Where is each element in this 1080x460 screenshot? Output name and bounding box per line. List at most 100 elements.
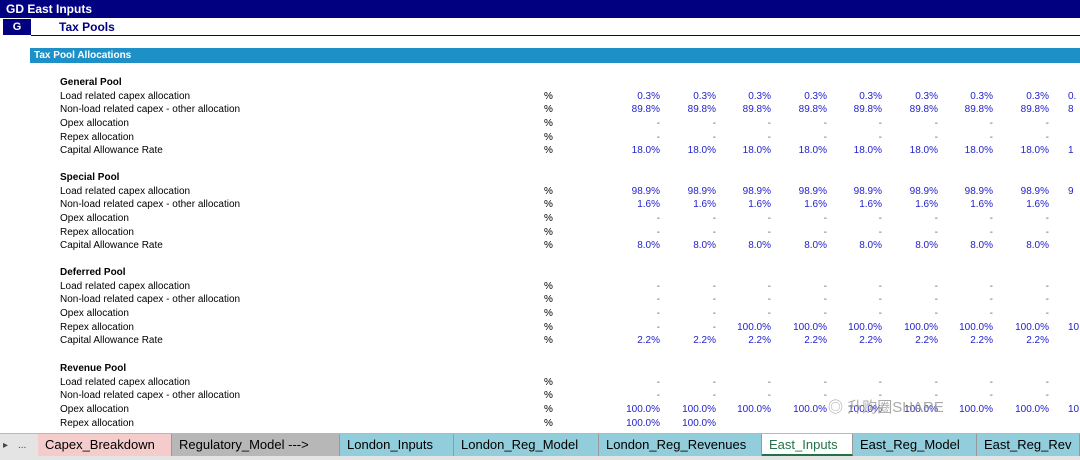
value-cell[interactable]: 100.0% <box>822 321 882 334</box>
sheet-tab[interactable]: East_Reg_Model <box>853 434 977 456</box>
value-cell[interactable]: 98.9% <box>989 185 1049 198</box>
value-cell-partial[interactable]: 1 <box>1068 144 1080 157</box>
value-cell[interactable]: - <box>822 293 882 306</box>
value-cell[interactable]: - <box>989 226 1049 239</box>
sheet-tab[interactable]: East_Reg_Rev <box>977 434 1080 456</box>
value-cell[interactable]: 98.9% <box>711 185 771 198</box>
value-cell[interactable]: - <box>933 376 993 389</box>
value-cell[interactable]: - <box>878 131 938 144</box>
value-cell-partial[interactable]: 0. <box>1068 90 1080 103</box>
value-cell[interactable]: 18.0% <box>878 144 938 157</box>
sheet-tab[interactable]: Capex_Breakdown <box>38 434 172 456</box>
value-cell[interactable]: 1.6% <box>767 198 827 211</box>
value-cell[interactable]: 100.0% <box>767 321 827 334</box>
value-cell[interactable]: - <box>656 280 716 293</box>
value-cell[interactable]: - <box>600 293 660 306</box>
value-cell[interactable]: - <box>656 293 716 306</box>
value-cell[interactable]: 0.3% <box>767 90 827 103</box>
value-cell[interactable]: - <box>711 376 771 389</box>
value-cell[interactable]: 89.8% <box>711 103 771 116</box>
value-cell[interactable]: - <box>822 376 882 389</box>
value-cell[interactable]: - <box>933 307 993 320</box>
value-cell[interactable]: - <box>989 307 1049 320</box>
value-cell[interactable]: - <box>933 293 993 306</box>
value-cell-partial[interactable]: 10 <box>1068 321 1080 334</box>
value-cell[interactable]: - <box>711 389 771 402</box>
value-cell[interactable]: 1.6% <box>822 198 882 211</box>
value-cell[interactable]: - <box>878 117 938 130</box>
value-cell[interactable]: - <box>878 280 938 293</box>
value-cell[interactable]: 8.0% <box>989 239 1049 252</box>
value-cell[interactable]: - <box>933 131 993 144</box>
value-cell[interactable]: - <box>711 307 771 320</box>
value-cell[interactable]: 89.8% <box>656 103 716 116</box>
value-cell[interactable]: - <box>878 307 938 320</box>
value-cell[interactable]: - <box>822 117 882 130</box>
value-cell[interactable]: 2.2% <box>600 334 660 347</box>
value-cell[interactable]: - <box>656 131 716 144</box>
value-cell[interactable]: - <box>711 131 771 144</box>
value-cell[interactable]: - <box>767 293 827 306</box>
value-cell[interactable]: 1.6% <box>878 198 938 211</box>
value-cell[interactable]: 89.8% <box>878 103 938 116</box>
value-cell[interactable]: - <box>600 389 660 402</box>
sheet-tab[interactable]: Regulatory_Model ---> <box>172 434 340 456</box>
value-cell[interactable]: - <box>822 307 882 320</box>
value-cell[interactable]: - <box>989 280 1049 293</box>
value-cell[interactable]: - <box>822 280 882 293</box>
value-cell[interactable]: - <box>767 117 827 130</box>
value-cell[interactable]: 18.0% <box>822 144 882 157</box>
value-cell[interactable]: 100.0% <box>656 417 716 430</box>
value-cell[interactable]: - <box>600 376 660 389</box>
value-cell[interactable]: - <box>989 376 1049 389</box>
value-cell[interactable]: - <box>600 212 660 225</box>
value-cell[interactable]: - <box>767 226 827 239</box>
value-cell[interactable]: - <box>656 376 716 389</box>
value-cell[interactable]: 8.0% <box>878 239 938 252</box>
value-cell[interactable]: 89.8% <box>822 103 882 116</box>
value-cell[interactable]: 18.0% <box>989 144 1049 157</box>
value-cell[interactable]: - <box>822 131 882 144</box>
value-cell[interactable]: 100.0% <box>711 321 771 334</box>
value-cell[interactable]: - <box>767 307 827 320</box>
value-cell[interactable]: - <box>822 212 882 225</box>
value-cell[interactable]: - <box>600 280 660 293</box>
value-cell[interactable]: 0.3% <box>878 90 938 103</box>
value-cell[interactable]: - <box>656 212 716 225</box>
value-cell[interactable]: - <box>711 280 771 293</box>
value-cell[interactable]: 89.8% <box>600 103 660 116</box>
value-cell[interactable]: 98.9% <box>822 185 882 198</box>
value-cell[interactable]: 100.0% <box>600 403 660 416</box>
value-cell[interactable]: 100.0% <box>600 417 660 430</box>
value-cell[interactable]: 0.3% <box>711 90 771 103</box>
value-cell[interactable]: 18.0% <box>933 144 993 157</box>
value-cell[interactable]: - <box>656 389 716 402</box>
value-cell[interactable]: - <box>878 376 938 389</box>
value-cell[interactable]: - <box>711 212 771 225</box>
value-cell[interactable]: - <box>878 212 938 225</box>
value-cell[interactable]: 2.2% <box>933 334 993 347</box>
value-cell[interactable]: 2.2% <box>989 334 1049 347</box>
value-cell[interactable]: 98.9% <box>878 185 938 198</box>
value-cell[interactable]: - <box>656 226 716 239</box>
value-cell[interactable]: - <box>878 226 938 239</box>
value-cell[interactable]: 98.9% <box>656 185 716 198</box>
value-cell[interactable]: - <box>989 212 1049 225</box>
value-cell[interactable]: 2.2% <box>822 334 882 347</box>
value-cell-partial[interactable]: 8 <box>1068 103 1080 116</box>
value-cell[interactable]: - <box>989 117 1049 130</box>
more-tabs-button[interactable]: ... <box>18 438 26 454</box>
value-cell[interactable]: - <box>989 389 1049 402</box>
value-cell[interactable]: 8.0% <box>822 239 882 252</box>
value-cell[interactable]: 2.2% <box>711 334 771 347</box>
value-cell[interactable]: - <box>600 321 660 334</box>
value-cell[interactable]: 2.2% <box>767 334 827 347</box>
value-cell[interactable]: - <box>600 307 660 320</box>
value-cell[interactable]: 8.0% <box>656 239 716 252</box>
value-cell[interactable]: 100.0% <box>933 321 993 334</box>
value-cell[interactable]: - <box>933 117 993 130</box>
value-cell[interactable]: - <box>933 212 993 225</box>
value-cell[interactable]: 0.3% <box>933 90 993 103</box>
value-cell[interactable]: 1.6% <box>933 198 993 211</box>
value-cell[interactable]: 8.0% <box>933 239 993 252</box>
